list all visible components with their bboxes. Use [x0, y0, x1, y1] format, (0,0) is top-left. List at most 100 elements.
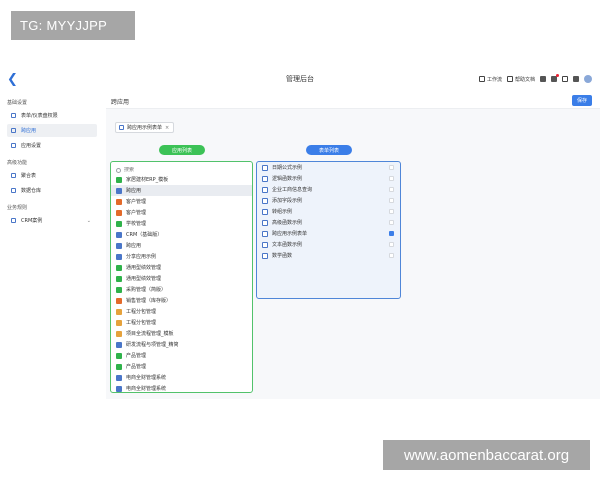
list-item[interactable]: 高级函数示例 — [257, 217, 400, 228]
list-item[interactable]: 客户管理 — [111, 207, 252, 218]
sidebar-item-permissions[interactable]: 表单/仪表盘权限 — [7, 109, 97, 122]
app-icon — [116, 242, 122, 249]
list-item[interactable]: 工程分包管理 — [111, 306, 252, 317]
list-item[interactable]: 通用型绩效管理 — [111, 262, 252, 273]
save-button[interactable]: 保存 — [572, 95, 592, 106]
list-item[interactable]: 产品管理 — [111, 350, 252, 361]
sidebar-item-crm-case[interactable]: CRM案例 ⌄ — [7, 214, 97, 227]
checkbox[interactable] — [389, 253, 394, 258]
list-item[interactable]: 分享应用示例 — [111, 251, 252, 262]
chevron-down-icon[interactable]: ⌄ — [87, 218, 91, 224]
sidebar-item-data-warehouse[interactable]: 数据仓库 — [7, 184, 97, 197]
list-item[interactable]: 转组示例 — [257, 206, 400, 217]
app-icon — [116, 275, 122, 282]
list-item[interactable]: 逻辑函数示例 — [257, 173, 400, 184]
settings-icon[interactable] — [573, 76, 579, 82]
list-item[interactable]: 日期公式示例 — [257, 162, 400, 173]
watermark-top: TG: MYYJJPP — [11, 11, 135, 40]
form-icon — [262, 197, 268, 204]
list-item[interactable]: 工程分包管理 — [111, 317, 252, 328]
list-item[interactable]: 数学函数 — [257, 250, 400, 261]
list-item-label: 客户管理 — [126, 199, 147, 205]
sidebar-section-title: 高级功能 — [7, 160, 28, 166]
list-item-label: 电商全财管理系统 — [126, 386, 167, 392]
list-item-label: 企业工商信息查询 — [272, 187, 313, 193]
list-item[interactable]: 研发流程与项管理_精简 — [111, 339, 252, 350]
close-icon[interactable]: × — [165, 125, 169, 131]
watermark-bottom: www.aomenbaccarat.org — [383, 440, 590, 470]
app-settings-icon — [11, 143, 16, 148]
list-item[interactable]: 家居建材ERP_模板 — [111, 174, 252, 185]
gear-icon — [11, 218, 16, 223]
list-item[interactable]: 通用型绩效管理 — [111, 273, 252, 284]
help-doc-action[interactable]: 帮助文档 — [506, 76, 535, 83]
checkbox[interactable] — [389, 209, 394, 214]
form-icon — [262, 164, 268, 171]
form-icon — [262, 219, 268, 226]
list-item[interactable]: 学校管理 — [111, 218, 252, 229]
settings-icon — [11, 113, 16, 118]
list-item[interactable]: 添加字段示例 — [257, 195, 400, 206]
checkbox[interactable] — [389, 198, 394, 203]
app-icon — [116, 286, 122, 293]
list-item[interactable]: 文本函数示例 — [257, 239, 400, 250]
sidebar-item-aggregate-table[interactable]: 聚合表 — [7, 169, 97, 182]
sidebar-section-title: 业务规则 — [7, 205, 28, 211]
list-item[interactable]: 电商全财管理系统 — [111, 383, 252, 392]
checkbox[interactable] — [389, 231, 394, 236]
selected-form-chip[interactable]: 跨应用示例表单 × — [115, 122, 175, 133]
grid-apps-icon[interactable] — [562, 76, 568, 82]
app-icon — [116, 363, 122, 370]
sidebar-item-label: 应用设置 — [21, 143, 42, 149]
form-list: 日期公式示例 逻辑函数示例企业工商信息查询 添加字段示例 转组示例高级函数示例 跨应用示… — [257, 162, 400, 261]
list-item[interactable]: 企业工商信息查询 — [257, 184, 400, 195]
top-bar: ❮ 管理后台 工作流 帮助文档 — [0, 70, 600, 92]
help-doc-icon — [506, 76, 513, 82]
form-icon — [119, 125, 124, 130]
search-input[interactable] — [124, 167, 234, 173]
list-item[interactable]: 项目全流程管理_模板 — [111, 328, 252, 339]
app-icon — [116, 308, 122, 315]
download-icon[interactable] — [540, 76, 546, 82]
list-item-label: 转组示例 — [272, 209, 293, 215]
sidebar-item-label: CRM案例 — [21, 218, 43, 224]
list-item[interactable]: 跨应用 — [111, 185, 252, 196]
checkbox[interactable] — [389, 187, 394, 192]
list-item-label: 工程分包管理 — [126, 320, 157, 326]
checkbox[interactable] — [389, 165, 394, 170]
app-icon — [116, 176, 122, 183]
workflow-label: 工作流 — [486, 76, 502, 83]
list-item[interactable]: 产品管理 — [111, 361, 252, 372]
checkbox[interactable] — [389, 242, 394, 247]
list-item[interactable]: 采购管理（简版） — [111, 284, 252, 295]
list-item[interactable]: 跨应用示例表单 — [257, 228, 400, 239]
list-item-label: 逻辑函数示例 — [272, 176, 303, 182]
list-item[interactable]: 电商全财管理系统 — [111, 372, 252, 383]
avatar[interactable] — [584, 75, 592, 83]
checkbox[interactable] — [389, 176, 394, 181]
top-actions: 工作流 帮助文档 — [478, 74, 592, 83]
list-item-label: 跨应用 — [126, 188, 142, 194]
app-icon — [116, 264, 122, 271]
list-item-label: 通用型绩效管理 — [126, 276, 162, 282]
list-item[interactable]: 销售管理（库存版） — [111, 295, 252, 306]
sidebar-item-cross-app[interactable]: 跨应用 — [7, 124, 97, 137]
list-item-label: 通用型绩效管理 — [126, 265, 162, 271]
sidebar: 基础设置 表单/仪表盘权限 跨应用 应用设置 高级功能 聚合表 数据仓库 业务规… — [0, 92, 103, 392]
app-list-label: 应用列表 — [159, 145, 205, 155]
list-item[interactable]: 跨应用 — [111, 240, 252, 251]
message-icon[interactable] — [551, 74, 559, 82]
list-item-label: 电商全财管理系统 — [126, 375, 167, 381]
chip-label: 跨应用示例表单 — [127, 125, 163, 131]
app-icon — [116, 341, 122, 348]
checkbox[interactable] — [389, 220, 394, 225]
help-doc-label: 帮助文档 — [514, 76, 535, 83]
sidebar-item-app-settings[interactable]: 应用设置 — [7, 139, 97, 152]
list-item-label: 添加字段示例 — [272, 198, 303, 204]
list-item[interactable]: CRM（基础版） — [111, 229, 252, 240]
form-icon — [262, 175, 268, 182]
list-item-label: 日期公式示例 — [272, 165, 303, 171]
app-icon — [116, 253, 122, 260]
workflow-action[interactable]: 工作流 — [478, 76, 502, 83]
list-item[interactable]: 客户管理 — [111, 196, 252, 207]
